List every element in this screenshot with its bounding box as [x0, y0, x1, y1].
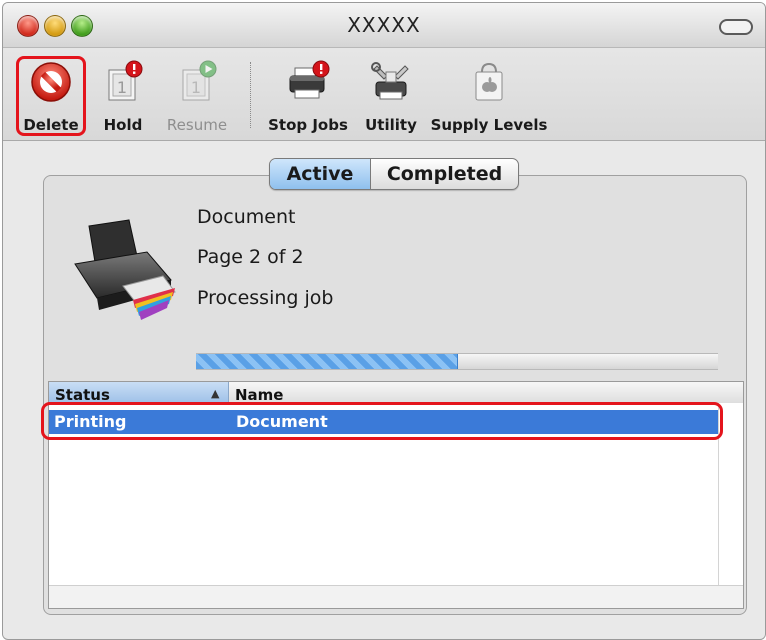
print-queue-window: XXXXX Delete 1 Hold 1 Resume Stop Jobs U… — [2, 2, 766, 640]
supply-levels-button[interactable]: Supply Levels — [429, 56, 549, 136]
resume-icon: 1 — [182, 60, 217, 101]
utility-label: Utility — [365, 116, 417, 134]
printer-icon — [74, 219, 176, 320]
stop-jobs-button[interactable]: Stop Jobs — [265, 56, 351, 136]
column-header-name[interactable]: Name — [235, 382, 283, 404]
window-title: XXXXX — [347, 13, 421, 37]
toolbar-separator — [250, 62, 252, 128]
utility-button[interactable]: Utility — [361, 56, 421, 136]
job-progress-fill — [196, 354, 458, 369]
stop-jobs-icon — [289, 60, 330, 99]
job-page-count: Page 2 of 2 — [197, 246, 304, 268]
utility-icon — [371, 62, 409, 100]
tab-active[interactable]: Active — [270, 159, 371, 189]
stop-jobs-label: Stop Jobs — [268, 116, 348, 134]
resume-button[interactable]: 1 Resume — [159, 56, 235, 136]
toolbar-toggle-button[interactable] — [719, 19, 753, 35]
tab-control: Active Completed — [269, 158, 519, 190]
table-row[interactable]: Printing Document — [49, 410, 743, 434]
hold-label: Hold — [103, 116, 143, 134]
job-progress-bar — [196, 353, 718, 370]
job-list: Status ▲ Name Printing Document — [48, 381, 744, 609]
supply-levels-icon — [475, 62, 503, 101]
toolbar: Delete 1 Hold 1 Resume Stop Jobs Utility… — [3, 48, 765, 141]
delete-highlight-annotation — [16, 56, 86, 136]
horizontal-scrollbar[interactable] — [49, 585, 743, 608]
svg-text:1: 1 — [117, 78, 127, 97]
sort-ascending-icon: ▲ — [211, 387, 220, 400]
tab-completed[interactable]: Completed — [371, 159, 518, 189]
resume-label: Resume — [166, 116, 228, 134]
svg-text:1: 1 — [191, 78, 201, 97]
column-header-status[interactable]: Status ▲ — [49, 382, 229, 404]
row-status: Printing — [54, 412, 127, 431]
column-header-status-label: Status — [55, 386, 110, 404]
title-bar: XXXXX — [3, 3, 765, 48]
job-status: Processing job — [197, 287, 334, 309]
row-name: Document — [236, 412, 328, 431]
supply-levels-label: Supply Levels — [430, 116, 548, 134]
vertical-scrollbar[interactable] — [718, 403, 743, 586]
job-title: Document — [197, 206, 296, 228]
hold-icon: 1 — [108, 60, 143, 101]
hold-button[interactable]: 1 Hold — [95, 56, 151, 136]
job-list-header: Status ▲ Name — [49, 382, 743, 404]
